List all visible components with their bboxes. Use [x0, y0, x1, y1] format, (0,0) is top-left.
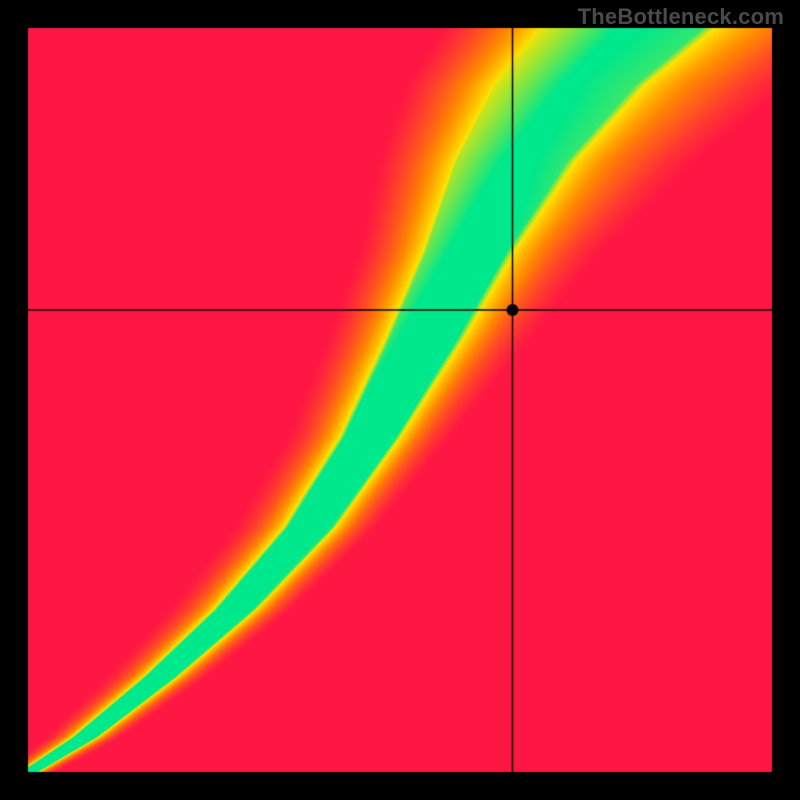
bottleneck-heatmap-chart: TheBottleneck.com: [0, 0, 800, 800]
watermark-label: TheBottleneck.com: [578, 4, 784, 30]
heatmap-canvas: [0, 0, 800, 800]
